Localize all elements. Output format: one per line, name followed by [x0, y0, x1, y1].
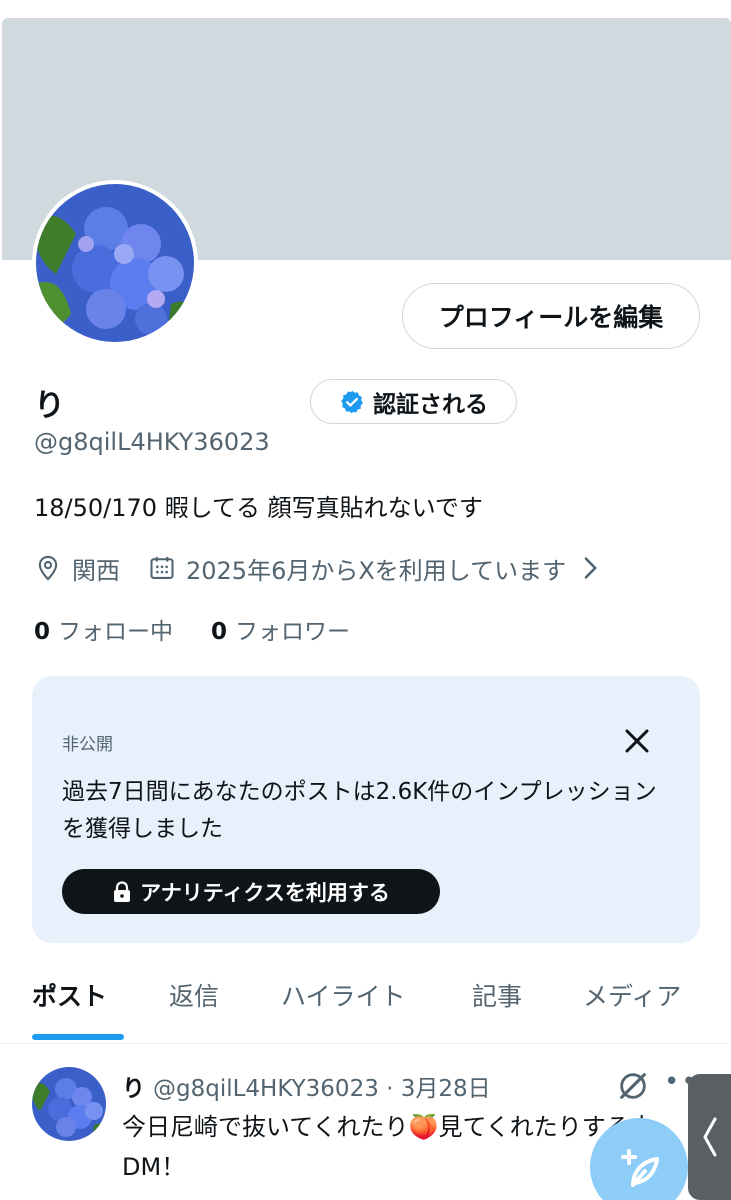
profile-handle: @g8qilL4HKY36023 [34, 428, 270, 456]
analytics-button[interactable]: アナリティクスを利用する [62, 869, 440, 914]
following-label: フォロー中 [58, 619, 174, 645]
post-author-name[interactable]: り [122, 1076, 145, 1102]
profile-joined-date[interactable]: 2025年6月からXを利用しています [186, 551, 566, 586]
calendar-icon [150, 556, 174, 579]
tab-articles[interactable]: 記事 [472, 977, 522, 1013]
profile-tabs: ポスト 返信 ハイライト 記事 メディア [0, 960, 731, 1044]
active-tab-indicator [32, 1034, 124, 1040]
profile-location: 関西 [72, 556, 120, 585]
get-verified-button[interactable]: 認証される [310, 379, 517, 424]
side-panel-handle-icon [703, 1117, 716, 1157]
location-pin-icon [38, 555, 58, 581]
follow-stats: 0 フォロー中 0 フォロワー [34, 612, 350, 646]
tab-replies[interactable]: 返信 [169, 977, 219, 1013]
tab-highlights[interactable]: ハイライト [281, 977, 406, 1013]
followers-count: 0 [211, 619, 228, 645]
lock-icon [114, 880, 131, 902]
profile-meta: 関西 2025年6月からXを利用しています [34, 550, 604, 586]
close-icon[interactable] [622, 726, 652, 756]
post-avatar[interactable] [32, 1067, 106, 1141]
following-count: 0 [34, 619, 51, 645]
avatar-image [36, 184, 194, 342]
profile-avatar[interactable] [32, 180, 198, 346]
verified-badge-icon [341, 390, 363, 413]
followers-link[interactable]: 0 フォロワー [211, 612, 350, 646]
tab-media[interactable]: メディア [583, 977, 681, 1013]
profile-bio: 18/50/170 暇してる 顔写真貼れないです [34, 494, 483, 522]
status-bar [0, 0, 731, 18]
post-handle-date: @g8qilL4HKY36023 · 3月28日 [153, 1076, 491, 1102]
compose-post-icon [621, 1149, 659, 1187]
get-verified-label: 認証される [373, 391, 488, 418]
private-label: 非公開 [62, 735, 113, 755]
tab-posts[interactable]: ポスト [32, 977, 107, 1013]
side-panel-handle[interactable] [688, 1074, 731, 1200]
post-header: り @g8qilL4HKY36023 · 3月28日 [122, 1069, 491, 1103]
edit-profile-button[interactable]: プロフィールを編集 [402, 283, 700, 349]
analytics-button-label: アナリティクスを利用する [140, 880, 390, 905]
analytics-card: 非公開 過去7日間にあなたのポストは2.6K件のインプレッションを獲得しました … [32, 676, 700, 943]
following-link[interactable]: 0 フォロー中 [34, 612, 173, 646]
analytics-message: 過去7日間にあなたのポストは2.6K件のインプレッションを獲得しました [62, 779, 657, 842]
grok-icon[interactable] [616, 1069, 650, 1103]
chevron-right-icon[interactable] [576, 554, 604, 582]
followers-label: フォロワー [235, 619, 351, 645]
profile-name: り [34, 388, 65, 424]
